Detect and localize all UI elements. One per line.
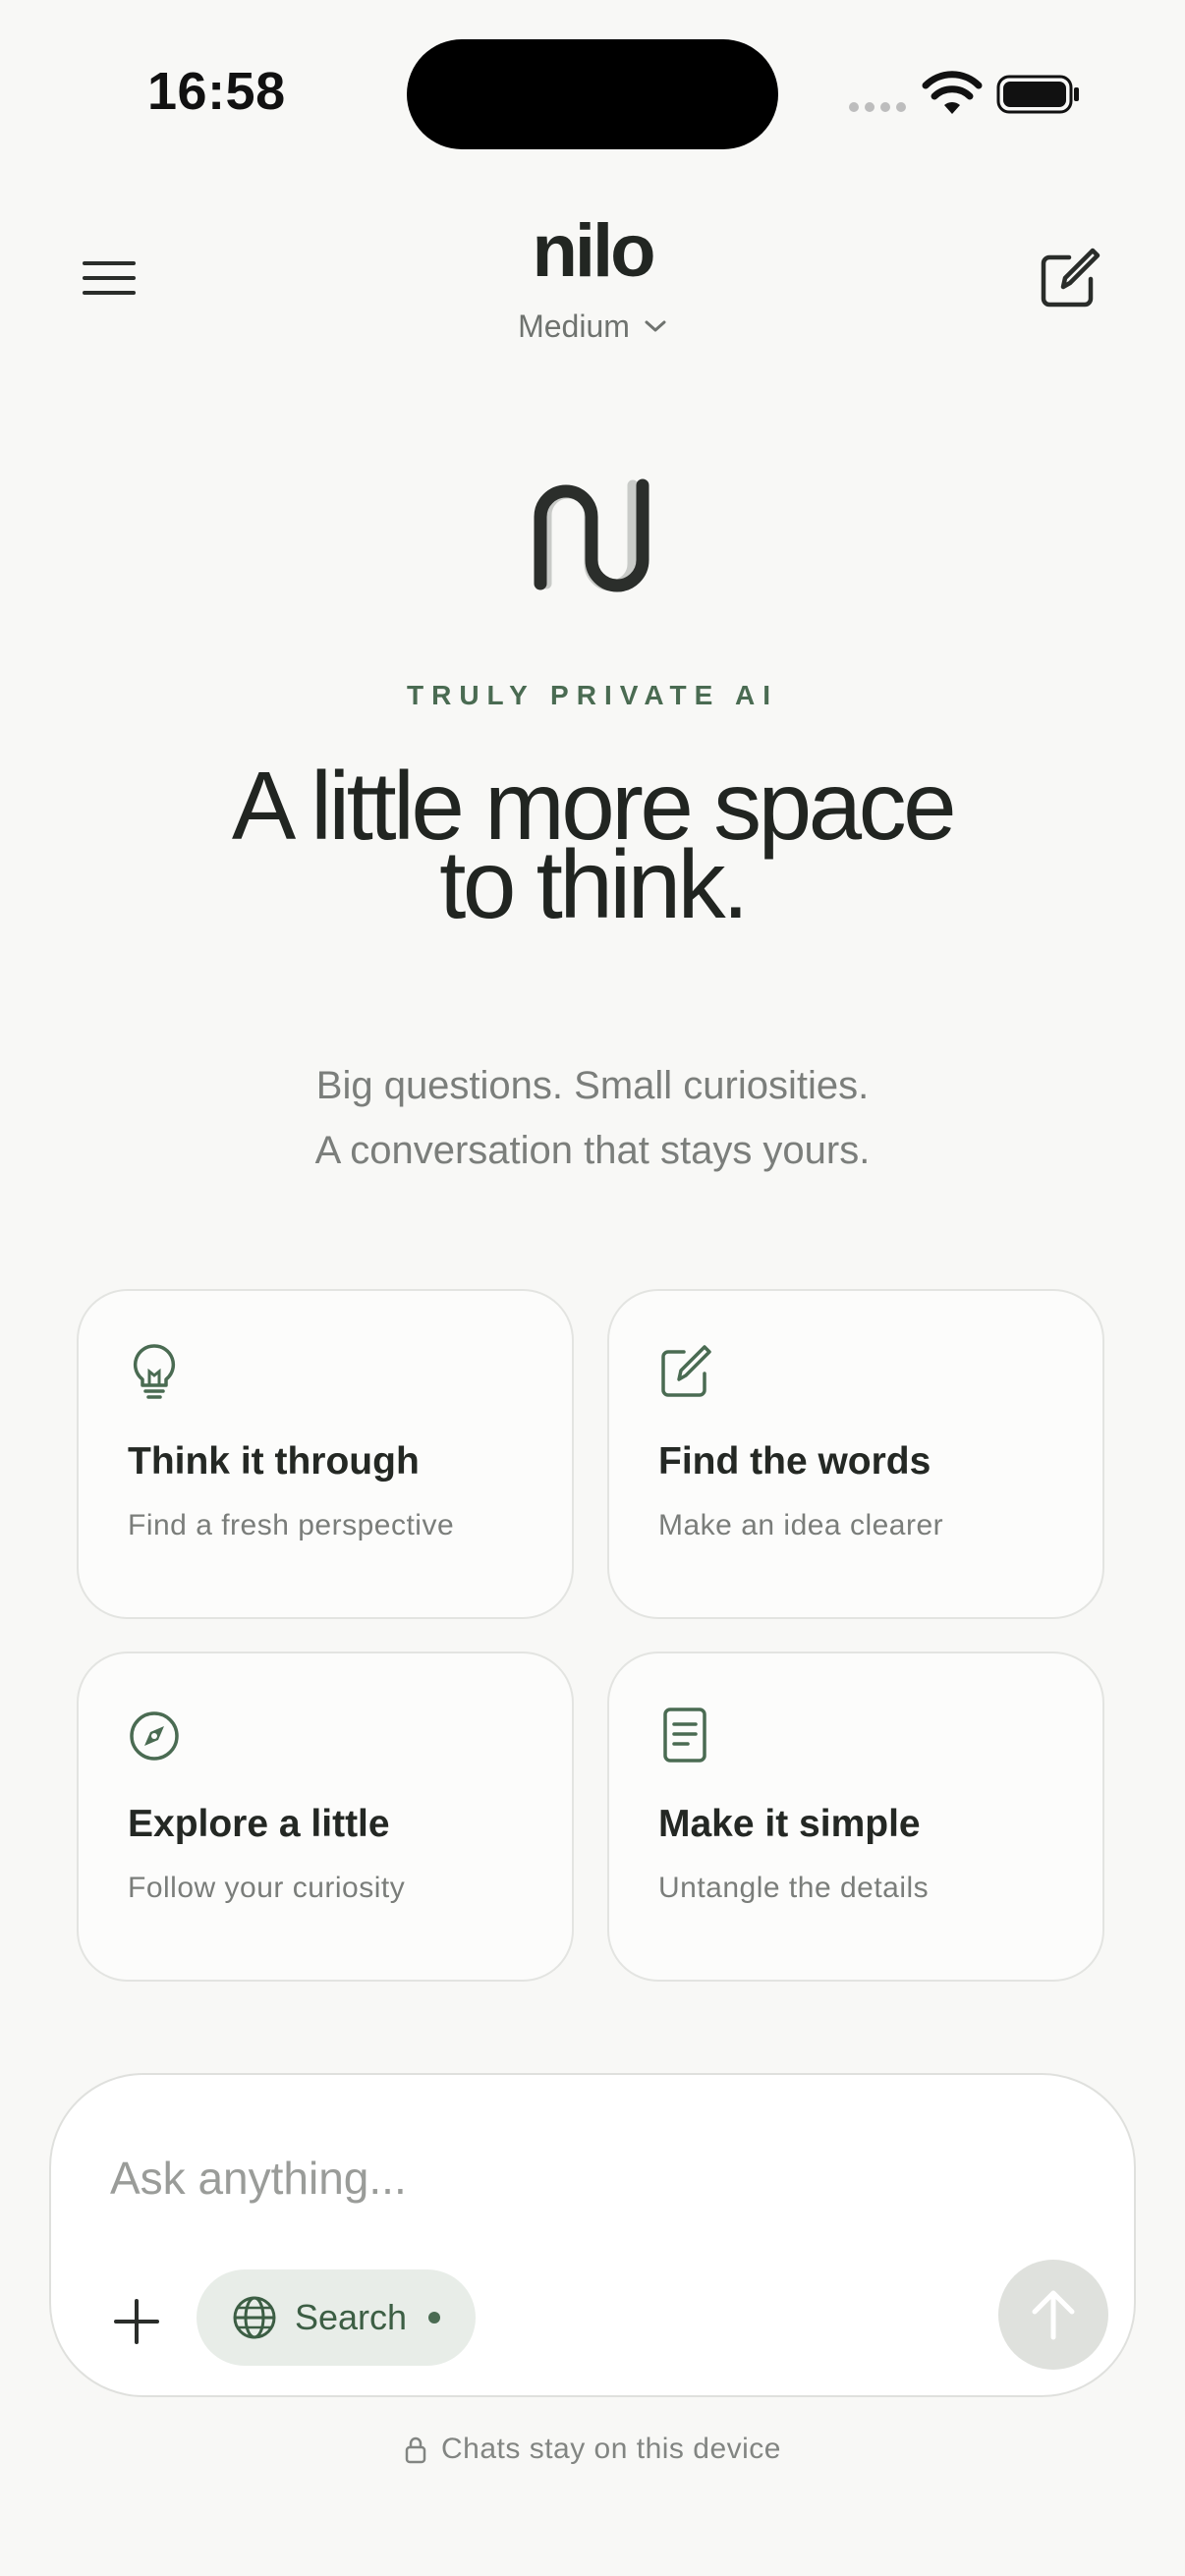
search-toggle[interactable]: Search <box>197 2269 476 2366</box>
subtitle: Big questions. Small curiosities. A conv… <box>0 1053 1185 1183</box>
card-title: Explore a little <box>128 1803 390 1845</box>
wifi-icon <box>922 71 983 114</box>
nilo-logo-icon <box>534 478 649 592</box>
model-selector-label: Medium <box>518 308 630 344</box>
plus-icon <box>114 2299 159 2344</box>
suggestion-card-words[interactable]: Find the words Make an idea clearer <box>607 1289 1104 1619</box>
message-input[interactable] <box>110 2144 994 2212</box>
lock-icon <box>405 2436 426 2464</box>
edit-icon <box>661 1345 711 1397</box>
privacy-note: Chats stay on this device <box>0 2433 1185 2466</box>
new-chat-icon <box>1041 248 1100 308</box>
search-toggle-label: Search <box>295 2297 408 2337</box>
new-chat-button[interactable] <box>1034 242 1106 314</box>
search-active-indicator <box>428 2312 441 2324</box>
composer: Search <box>49 2073 1136 2397</box>
document-icon <box>663 1708 706 1763</box>
attach-button[interactable] <box>102 2287 171 2356</box>
status-time: 16:58 <box>147 62 286 121</box>
card-title: Find the words <box>658 1440 931 1483</box>
battery-icon <box>996 75 1079 114</box>
app-title: nilo <box>532 209 655 293</box>
lightbulb-icon <box>133 1344 176 1399</box>
arrow-up-icon <box>1032 2290 1075 2340</box>
card-subtitle: Make an idea clearer <box>658 1509 944 1541</box>
dynamic-island <box>407 39 778 149</box>
suggestion-card-simple[interactable]: Make it simple Untangle the details <box>607 1652 1104 1982</box>
compass-icon <box>130 1711 179 1761</box>
card-title: Make it simple <box>658 1803 921 1845</box>
card-subtitle: Follow your curiosity <box>128 1872 406 1904</box>
headline-line-2: to think. <box>439 830 749 938</box>
cellular-signal-icon <box>849 102 906 112</box>
card-subtitle: Untangle the details <box>658 1872 930 1904</box>
suggestion-card-explore[interactable]: Explore a little Follow your curiosity <box>77 1652 574 1982</box>
privacy-note-text: Chats stay on this device <box>440 2433 781 2465</box>
model-selector[interactable]: Medium <box>494 303 691 350</box>
eyebrow-label: TRULY PRIVATE AI <box>407 680 778 710</box>
globe-icon <box>233 2296 276 2339</box>
send-button[interactable] <box>998 2260 1108 2370</box>
chevron-down-icon <box>645 320 666 332</box>
suggestion-card-think[interactable]: Think it through Find a fresh perspectiv… <box>77 1289 574 1619</box>
subtitle-line-1: Big questions. Small curiosities. <box>315 1064 870 1107</box>
headline: A little more space to think. <box>0 757 1185 938</box>
card-subtitle: Find a fresh perspective <box>128 1509 455 1541</box>
subtitle-line-2: A conversation that stays yours. <box>314 1129 871 1172</box>
card-title: Think it through <box>128 1440 420 1483</box>
